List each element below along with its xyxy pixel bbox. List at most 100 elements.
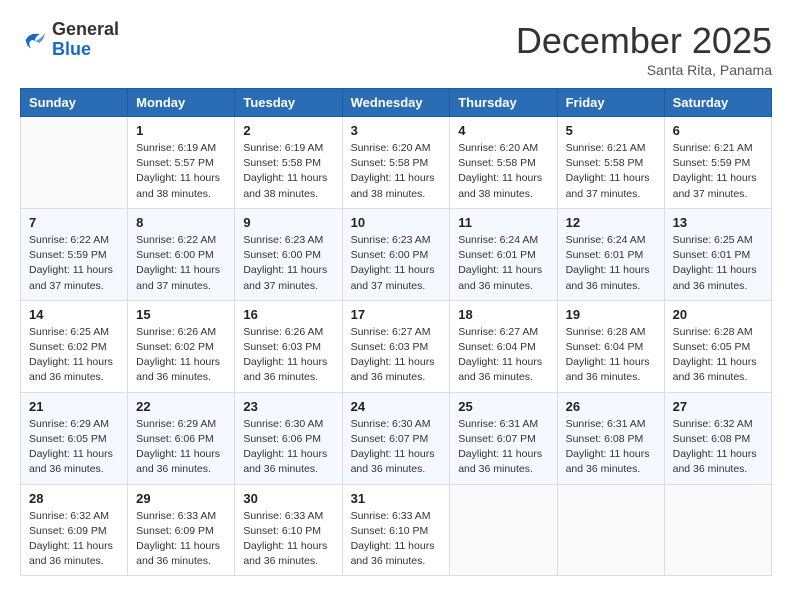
- weekday-header-thursday: Thursday: [450, 89, 557, 117]
- calendar-cell: 31 Sunrise: 6:33 AMSunset: 6:10 PMDayligh…: [342, 484, 450, 576]
- calendar-cell: 18 Sunrise: 6:27 AMSunset: 6:04 PMDayligh…: [450, 300, 557, 392]
- day-info: Sunrise: 6:19 AMSunset: 5:57 PMDaylight:…: [136, 141, 226, 202]
- calendar-cell: 30 Sunrise: 6:33 AMSunset: 6:10 PMDayligh…: [235, 484, 342, 576]
- day-info: Sunrise: 6:25 AMSunset: 6:01 PMDaylight:…: [673, 233, 763, 294]
- day-number: 23: [243, 399, 333, 414]
- calendar-cell: 9 Sunrise: 6:23 AMSunset: 6:00 PMDaylight…: [235, 208, 342, 300]
- day-info: Sunrise: 6:22 AMSunset: 6:00 PMDaylight:…: [136, 233, 226, 294]
- calendar-week-row: 28 Sunrise: 6:32 AMSunset: 6:09 PMDayligh…: [21, 484, 772, 576]
- logo: General Blue: [20, 20, 119, 60]
- day-info: Sunrise: 6:26 AMSunset: 6:02 PMDaylight:…: [136, 325, 226, 386]
- day-info: Sunrise: 6:24 AMSunset: 6:01 PMDaylight:…: [458, 233, 548, 294]
- day-info: Sunrise: 6:22 AMSunset: 5:59 PMDaylight:…: [29, 233, 119, 294]
- day-number: 13: [673, 215, 763, 230]
- day-info: Sunrise: 6:31 AMSunset: 6:07 PMDaylight:…: [458, 417, 548, 478]
- day-info: Sunrise: 6:33 AMSunset: 6:10 PMDaylight:…: [351, 509, 442, 570]
- day-number: 7: [29, 215, 119, 230]
- calendar-cell: [21, 117, 128, 209]
- day-info: Sunrise: 6:30 AMSunset: 6:07 PMDaylight:…: [351, 417, 442, 478]
- day-info: Sunrise: 6:33 AMSunset: 6:09 PMDaylight:…: [136, 509, 226, 570]
- day-number: 15: [136, 307, 226, 322]
- day-info: Sunrise: 6:24 AMSunset: 6:01 PMDaylight:…: [566, 233, 656, 294]
- day-number: 3: [351, 123, 442, 138]
- day-number: 22: [136, 399, 226, 414]
- calendar-week-row: 1 Sunrise: 6:19 AMSunset: 5:57 PMDaylight…: [21, 117, 772, 209]
- day-number: 10: [351, 215, 442, 230]
- calendar-cell: [557, 484, 664, 576]
- weekday-header-wednesday: Wednesday: [342, 89, 450, 117]
- day-number: 20: [673, 307, 763, 322]
- calendar-cell: 14Sunrise: 6:25 AMSunset: 6:02 PMDayligh…: [21, 300, 128, 392]
- calendar-cell: 19Sunrise: 6:28 AMSunset: 6:04 PMDayligh…: [557, 300, 664, 392]
- calendar-week-row: 21Sunrise: 6:29 AMSunset: 6:05 PMDayligh…: [21, 392, 772, 484]
- calendar-cell: 22 Sunrise: 6:29 AMSunset: 6:06 PMDayligh…: [128, 392, 235, 484]
- calendar-cell: 1 Sunrise: 6:19 AMSunset: 5:57 PMDaylight…: [128, 117, 235, 209]
- day-number: 2: [243, 123, 333, 138]
- day-number: 1: [136, 123, 226, 138]
- day-number: 5: [566, 123, 656, 138]
- logo-bird-icon: [20, 26, 48, 54]
- day-number: 21: [29, 399, 119, 414]
- day-number: 30: [243, 491, 333, 506]
- day-info: Sunrise: 6:23 AMSunset: 6:00 PMDaylight:…: [243, 233, 333, 294]
- calendar-cell: 23 Sunrise: 6:30 AMSunset: 6:06 PMDayligh…: [235, 392, 342, 484]
- day-number: 31: [351, 491, 442, 506]
- calendar-cell: 8 Sunrise: 6:22 AMSunset: 6:00 PMDaylight…: [128, 208, 235, 300]
- calendar-cell: 24Sunrise: 6:30 AMSunset: 6:07 PMDayligh…: [342, 392, 450, 484]
- day-info: Sunrise: 6:31 AMSunset: 6:08 PMDaylight:…: [566, 417, 656, 478]
- calendar-week-row: 7 Sunrise: 6:22 AMSunset: 5:59 PMDaylight…: [21, 208, 772, 300]
- day-number: 27: [673, 399, 763, 414]
- logo-general-text: General: [52, 20, 119, 40]
- weekday-header-tuesday: Tuesday: [235, 89, 342, 117]
- day-info: Sunrise: 6:32 AMSunset: 6:08 PMDaylight:…: [673, 417, 763, 478]
- calendar-header-row: SundayMondayTuesdayWednesdayThursdayFrid…: [21, 89, 772, 117]
- calendar-cell: 21Sunrise: 6:29 AMSunset: 6:05 PMDayligh…: [21, 392, 128, 484]
- day-number: 17: [351, 307, 442, 322]
- calendar-cell: 11Sunrise: 6:24 AMSunset: 6:01 PMDayligh…: [450, 208, 557, 300]
- day-info: Sunrise: 6:20 AMSunset: 5:58 PMDaylight:…: [458, 141, 548, 202]
- day-info: Sunrise: 6:23 AMSunset: 6:00 PMDaylight:…: [351, 233, 442, 294]
- day-number: 28: [29, 491, 119, 506]
- day-info: Sunrise: 6:21 AMSunset: 5:59 PMDaylight:…: [673, 141, 763, 202]
- day-number: 9: [243, 215, 333, 230]
- calendar-cell: 7 Sunrise: 6:22 AMSunset: 5:59 PMDaylight…: [21, 208, 128, 300]
- weekday-header-monday: Monday: [128, 89, 235, 117]
- day-number: 16: [243, 307, 333, 322]
- calendar-table: SundayMondayTuesdayWednesdayThursdayFrid…: [20, 88, 772, 576]
- day-number: 8: [136, 215, 226, 230]
- day-info: Sunrise: 6:30 AMSunset: 6:06 PMDaylight:…: [243, 417, 333, 478]
- calendar-cell: 5 Sunrise: 6:21 AMSunset: 5:58 PMDaylight…: [557, 117, 664, 209]
- title-section: December 2025 Santa Rita, Panama: [516, 20, 772, 78]
- logo-blue-text: Blue: [52, 40, 119, 60]
- calendar-cell: 13 Sunrise: 6:25 AMSunset: 6:01 PMDayligh…: [664, 208, 771, 300]
- day-number: 4: [458, 123, 548, 138]
- day-info: Sunrise: 6:28 AMSunset: 6:04 PMDaylight:…: [566, 325, 656, 386]
- calendar-cell: 17 Sunrise: 6:27 AMSunset: 6:03 PMDayligh…: [342, 300, 450, 392]
- location-subtitle: Santa Rita, Panama: [516, 62, 772, 78]
- day-info: Sunrise: 6:33 AMSunset: 6:10 PMDaylight:…: [243, 509, 333, 570]
- day-number: 18: [458, 307, 548, 322]
- day-number: 6: [673, 123, 763, 138]
- day-info: Sunrise: 6:27 AMSunset: 6:03 PMDaylight:…: [351, 325, 442, 386]
- day-info: Sunrise: 6:25 AMSunset: 6:02 PMDaylight:…: [29, 325, 119, 386]
- day-info: Sunrise: 6:27 AMSunset: 6:04 PMDaylight:…: [458, 325, 548, 386]
- day-number: 26: [566, 399, 656, 414]
- calendar-cell: 26 Sunrise: 6:31 AMSunset: 6:08 PMDayligh…: [557, 392, 664, 484]
- weekday-header-friday: Friday: [557, 89, 664, 117]
- day-number: 12: [566, 215, 656, 230]
- calendar-cell: [450, 484, 557, 576]
- day-number: 25: [458, 399, 548, 414]
- month-title: December 2025: [516, 20, 772, 62]
- day-info: Sunrise: 6:20 AMSunset: 5:58 PMDaylight:…: [351, 141, 442, 202]
- calendar-cell: 16 Sunrise: 6:26 AMSunset: 6:03 PMDayligh…: [235, 300, 342, 392]
- day-info: Sunrise: 6:29 AMSunset: 6:06 PMDaylight:…: [136, 417, 226, 478]
- calendar-cell: 25 Sunrise: 6:31 AMSunset: 6:07 PMDayligh…: [450, 392, 557, 484]
- day-info: Sunrise: 6:21 AMSunset: 5:58 PMDaylight:…: [566, 141, 656, 202]
- calendar-cell: 29 Sunrise: 6:33 AMSunset: 6:09 PMDayligh…: [128, 484, 235, 576]
- day-number: 29: [136, 491, 226, 506]
- day-info: Sunrise: 6:32 AMSunset: 6:09 PMDaylight:…: [29, 509, 119, 570]
- calendar-cell: 12 Sunrise: 6:24 AMSunset: 6:01 PMDayligh…: [557, 208, 664, 300]
- day-info: Sunrise: 6:19 AMSunset: 5:58 PMDaylight:…: [243, 141, 333, 202]
- day-info: Sunrise: 6:26 AMSunset: 6:03 PMDaylight:…: [243, 325, 333, 386]
- calendar-week-row: 14Sunrise: 6:25 AMSunset: 6:02 PMDayligh…: [21, 300, 772, 392]
